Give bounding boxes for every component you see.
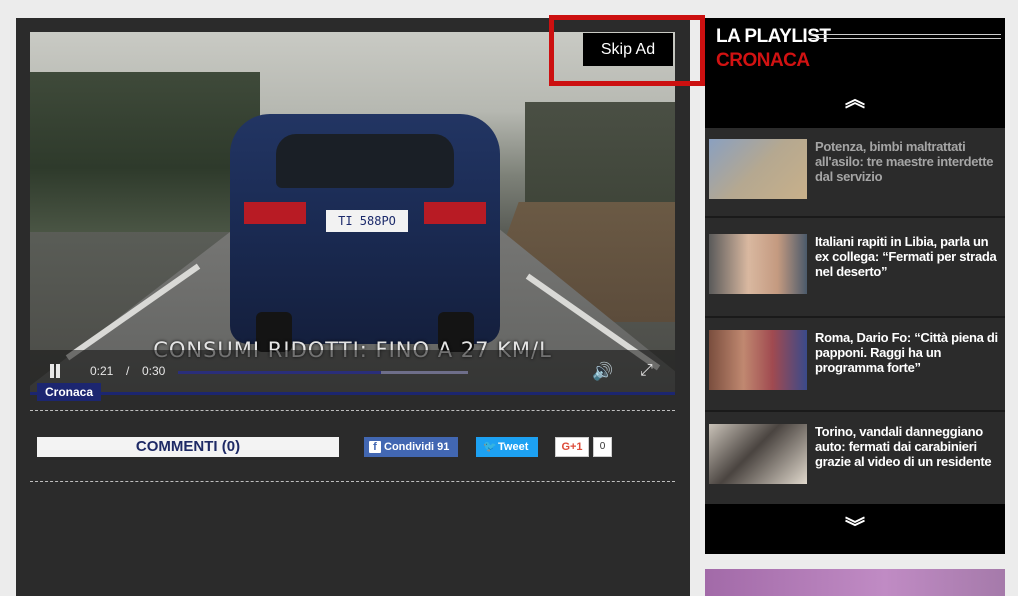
google-plus-button[interactable]: G+1 [555,437,589,457]
promo-banner[interactable] [705,569,1005,596]
playlist-thumbnail[interactable] [709,234,807,294]
divider [30,410,675,411]
divider [30,481,675,482]
playlist-item-title[interactable]: Torino, vandali danneggiano auto: fermat… [815,424,999,469]
pause-icon[interactable] [48,364,62,378]
car-taillight [424,202,486,224]
volume-icon[interactable]: 🔊 [592,362,613,382]
video-controls: 0:21 / 0:30 🔊 ⤢ [30,350,675,392]
progress-bar[interactable] [178,371,468,374]
scroll-down-icon[interactable]: ︾ [705,518,1005,538]
total-time: 0:30 [142,364,166,378]
video-player[interactable]: TI 588PO CONSUMI RIDOTTI: FINO A 27 KM/L… [30,32,675,392]
category-bar [30,392,675,395]
title-rule [809,38,1001,39]
license-plate: TI 588PO [326,210,408,232]
skip-ad-button[interactable]: Skip Ad [583,33,673,66]
title-rule [809,34,1001,35]
playlist-header: LA PLAYLIST CRONACA ︽ [705,18,1005,128]
video-scene-trees [30,72,260,232]
tweet-label: Tweet [498,441,529,453]
playlist-item[interactable]: Torino, vandali danneggiano auto: fermat… [705,412,1005,506]
playlist-item-title[interactable]: Roma, Dario Fo: “Città piena di papponi.… [815,330,999,375]
current-time: 0:21 [90,364,114,378]
playlist-thumbnail[interactable] [709,424,807,484]
facebook-share-button[interactable]: f Condividi 91 [364,437,458,457]
facebook-icon: f [369,441,381,453]
time-separator: / [126,364,130,378]
comments-button[interactable]: COMMENTI (0) [37,437,339,457]
playlist-item-title[interactable]: Italiani rapiti in Libia, parla un ex co… [815,234,999,279]
playlist-item[interactable]: Roma, Dario Fo: “Città piena di papponi.… [705,318,1005,412]
playlist-category: CRONACA [716,50,810,71]
car-taillight [244,202,306,224]
playlist-item-title[interactable]: Potenza, bimbi maltrattati all'asilo: tr… [815,139,999,184]
twitter-icon: 🐦 [483,441,497,453]
playlist-sidebar: LA PLAYLIST CRONACA ︽ Potenza, bimbi mal… [705,18,1005,554]
playlist-footer: ︾ [705,504,1005,554]
facebook-share-label: Condividi 91 [384,441,450,453]
playlist-title: LA PLAYLIST [716,26,831,47]
playlist-thumbnail[interactable] [709,330,807,390]
playlist-thumbnail[interactable] [709,139,807,199]
tweet-button[interactable]: 🐦 Tweet [476,437,538,457]
progress-fill [178,371,381,374]
fullscreen-icon[interactable]: ⤢ [640,362,653,380]
playlist-item[interactable]: Potenza, bimbi maltrattati all'asilo: tr… [705,129,1005,223]
playlist-item[interactable]: Italiani rapiti in Libia, parla un ex co… [705,218,1005,312]
category-badge[interactable]: Cronaca [37,383,102,401]
scroll-up-icon[interactable]: ︽ [705,90,1005,110]
video-scene-car: TI 588PO [230,114,500,352]
google-plus-count: 0 [593,437,612,457]
car-window [276,134,454,188]
